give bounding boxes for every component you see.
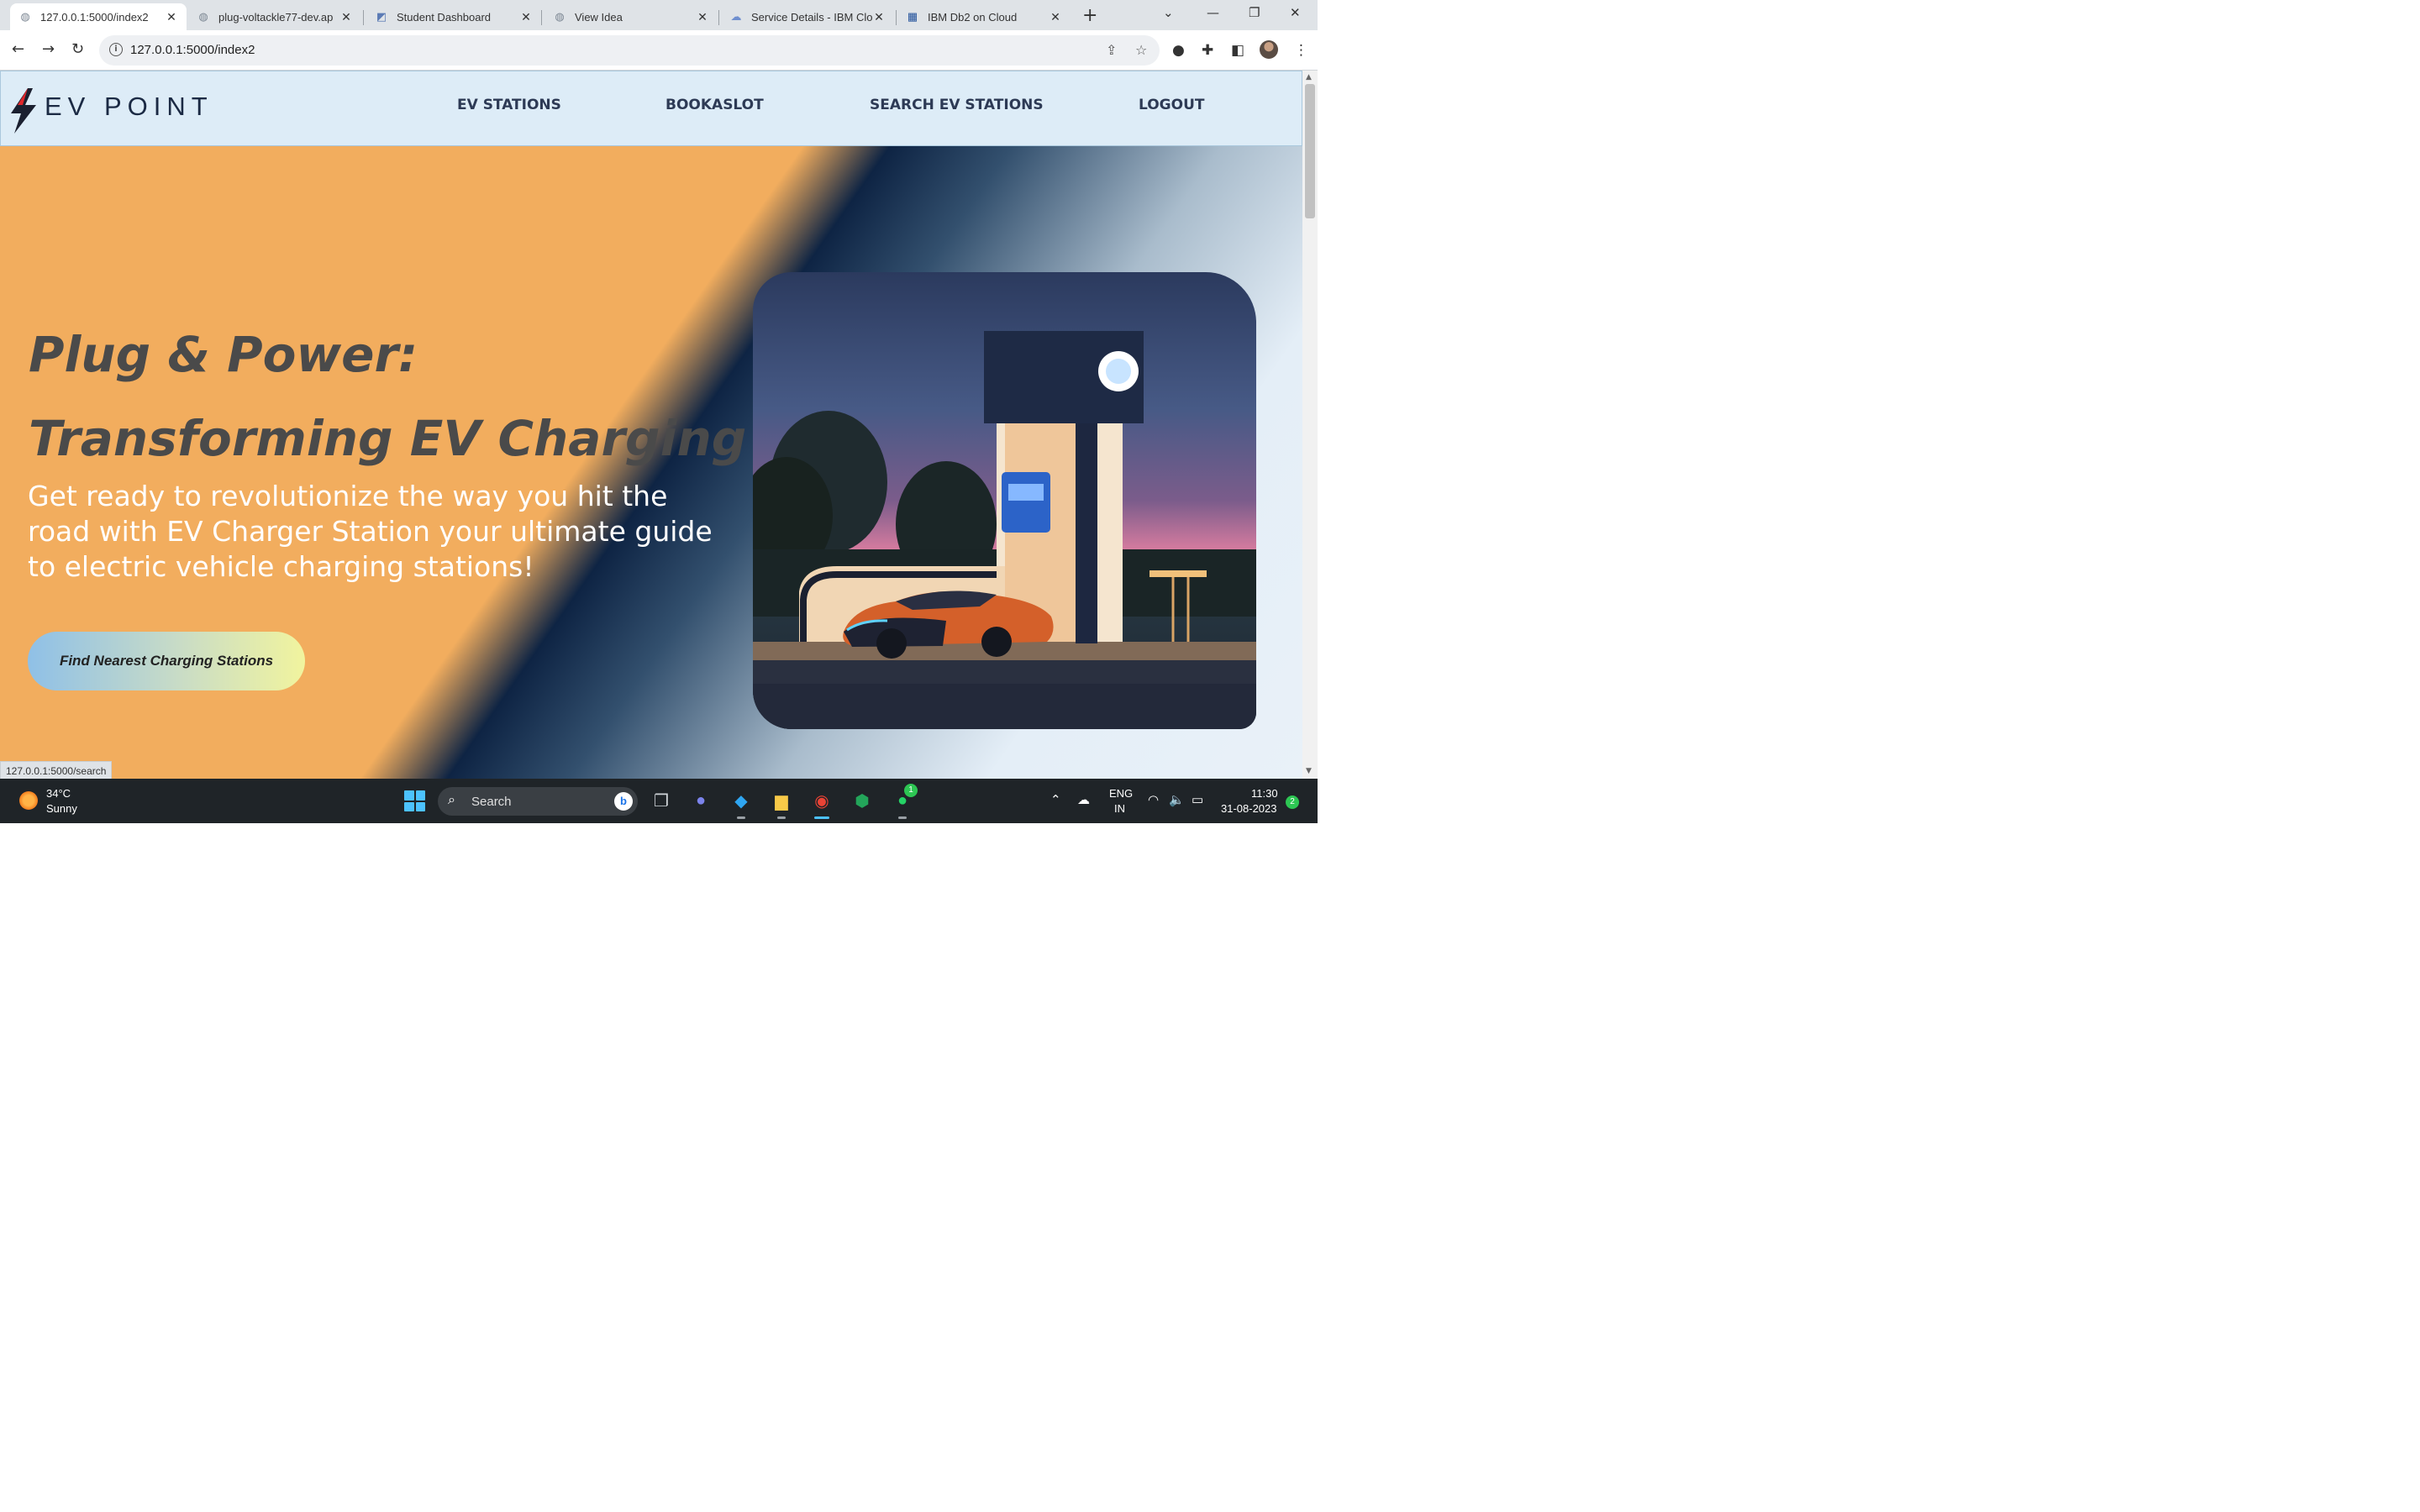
onedrive-cloud-icon[interactable]: ☁ [1077,792,1090,807]
globe-icon: ◍ [20,10,30,23]
forward-icon[interactable]: → [42,40,55,58]
close-icon[interactable]: ✕ [1049,10,1062,24]
tab-title: 127.0.0.1:5000/index2 [40,10,149,24]
page-scrollbar[interactable]: ▲ ▼ [1302,71,1318,779]
reload-icon[interactable]: ↻ [71,40,84,58]
close-icon[interactable]: ✕ [519,10,533,24]
tab-divider [363,10,364,25]
tray-overflow-chevron-icon[interactable]: ⌃ [1050,792,1061,807]
whatsapp-badge: 1 [904,784,918,797]
site-navbar: EV POINT EV STATIONS BOOKASLOT SEARCH EV… [0,71,1302,146]
site-info-icon[interactable]: i [109,43,123,56]
dashboard-icon: ◩ [376,10,387,23]
tab-title: Service Details - IBM Clo [751,10,872,24]
close-icon[interactable]: ✕ [339,10,353,24]
sun-weather-icon[interactable] [19,791,38,810]
task-view-icon[interactable]: ❐ [650,789,673,812]
tab-service-details[interactable]: ☁ Service Details - IBM Clo ✕ [721,3,894,30]
db2-icon: ▦ [907,10,918,23]
tab-index2[interactable]: ◍ 127.0.0.1:5000/index2 ✕ [10,3,187,30]
vscode-icon[interactable]: ◆ [729,789,753,819]
wifi-icon[interactable]: ◠ [1148,792,1159,807]
back-icon[interactable]: ← [12,40,24,58]
profile-avatar[interactable] [1260,40,1278,59]
close-icon[interactable]: ✕ [872,10,886,24]
restore-icon[interactable]: ❐ [1249,5,1260,20]
browser-toolbar: ← → ↻ i 127.0.0.1:5000/index2 ⇪ ☆ ● ✚ ◧ … [0,30,1318,71]
side-panel-icon[interactable]: ◧ [1231,42,1244,59]
chrome-icon[interactable]: ◉ [810,789,834,819]
tab-divider [541,10,542,25]
nav-ev-stations[interactable]: EV STATIONS [457,97,561,113]
weather-temperature[interactable]: 34°C [46,787,71,800]
bookmark-star-icon[interactable]: ☆ [1135,42,1147,58]
globe-icon: ◍ [555,10,565,23]
extensions-puzzle-icon[interactable]: ✚ [1202,42,1213,59]
tab-student-dashboard[interactable]: ◩ Student Dashboard ✕ [366,3,541,30]
search-icon: ⌕ [448,793,455,807]
close-icon[interactable]: ✕ [165,10,178,24]
windows-start-icon[interactable] [404,790,425,811]
cloud-icon: ☁ [730,10,742,23]
tab-view-idea[interactable]: ◍ View Idea ✕ [544,3,718,30]
close-icon[interactable]: ✕ [696,10,709,24]
menu-kebab-icon[interactable]: ⋮ [1294,42,1308,59]
cookie-extension-icon[interactable]: ● [1172,42,1185,59]
tab-divider [718,10,719,25]
tab-ibm-db2[interactable]: ▦ IBM Db2 on Cloud ✕ [897,3,1071,30]
tab-title: IBM Db2 on Cloud [928,10,1018,24]
tab-title: View Idea [575,10,623,24]
lightning-bolt-icon [11,88,36,134]
taskbar-search-box[interactable]: ⌕ Search b [438,787,638,816]
share-icon[interactable]: ⇪ [1106,42,1117,58]
scrollbar-thumb[interactable] [1305,84,1315,218]
scroll-down-icon[interactable]: ▼ [1306,767,1312,775]
tab-strip: ◍ 127.0.0.1:5000/index2 ✕ ◍ plug-voltack… [0,0,1318,30]
language-indicator[interactable]: ENG [1109,787,1133,800]
tab-title: Student Dashboard [397,10,492,24]
globe-icon: ◍ [198,10,208,23]
hero-description: Get ready to revolutionize the way you h… [28,480,713,583]
taskbar-date[interactable]: 31-08-2023 [1221,802,1277,815]
nav-search-ev-stations[interactable]: SEARCH EV STATIONS [870,97,1044,113]
bing-icon[interactable]: b [614,792,633,811]
taskbar-search-label: Search [471,795,512,809]
tab-search-icon[interactable]: ⌄ [1163,5,1174,20]
site-logo-text[interactable]: EV POINT [45,92,213,122]
url-text: 127.0.0.1:5000/index2 [130,43,255,57]
tab-divider [896,10,897,25]
nav-book-a-slot[interactable]: BOOKASLOT [666,97,764,113]
minimize-icon[interactable]: — [1207,5,1219,20]
ev-station-illustration [753,331,1256,729]
link-status-url: 127.0.0.1:5000/search [0,761,113,779]
file-explorer-icon[interactable]: ▆ [770,789,793,819]
windows-taskbar: 34°C Sunny ⌕ Search b ❐ ● ◆ ▆ ◉ ⬢ ● 1 ⌃ … [0,779,1318,823]
find-nearest-stations-button[interactable]: Find Nearest Charging Stations [28,632,305,690]
scroll-up-icon[interactable]: ▲ [1306,73,1312,81]
volume-icon[interactable]: 🔈 [1169,792,1185,807]
hero-headline-2: Transforming EV Charging [29,410,747,467]
nav-logout[interactable]: LOGOUT [1139,97,1204,113]
teams-chat-icon[interactable]: ● [689,789,713,812]
whatsapp-icon[interactable]: ● 1 [891,784,918,819]
ibm-app-icon[interactable]: ⬢ [850,789,874,812]
language-region[interactable]: IN [1114,802,1125,815]
address-bar[interactable]: i 127.0.0.1:5000/index2 ⇪ ☆ [99,35,1160,66]
tab-plug-voltackle[interactable]: ◍ plug-voltackle77-dev.ap ✕ [188,3,361,30]
taskbar-time[interactable]: 11:30 [1251,787,1278,800]
web-page: EV POINT EV STATIONS BOOKASLOT SEARCH EV… [0,71,1302,779]
notification-count-badge[interactable]: 2 [1286,795,1299,809]
hero-headline-1: Plug & Power: [29,326,418,383]
ev-charging-station-image [753,272,1256,729]
hero-section: Plug & Power: Transforming EV Charging G… [0,146,1302,779]
new-tab-button[interactable]: + [1082,5,1097,26]
tab-title: plug-voltackle77-dev.ap [218,10,334,24]
window-close-icon[interactable]: ✕ [1290,5,1301,20]
weather-description[interactable]: Sunny [46,802,77,815]
battery-icon[interactable]: ▭ [1192,792,1203,807]
